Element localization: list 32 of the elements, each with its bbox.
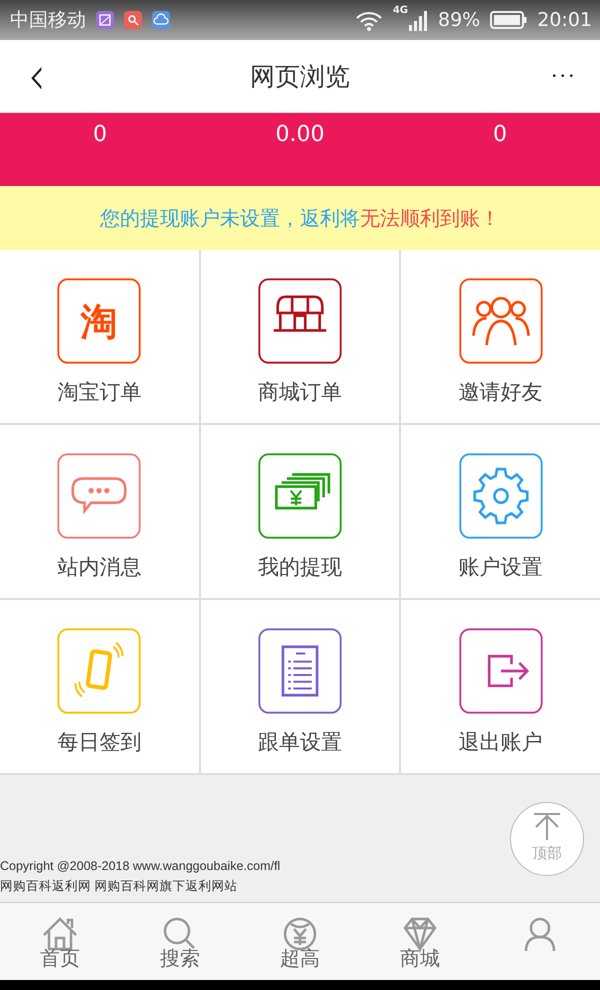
menu-item[interactable]: 我的提现 bbox=[200, 425, 400, 598]
menu-item[interactable]: 站内消息 bbox=[0, 425, 199, 598]
stat-value: 0 bbox=[492, 121, 508, 149]
stat-value: 0 bbox=[92, 121, 108, 149]
network-type: 4G bbox=[392, 5, 408, 16]
notice-text: 您的提现账户未设置，返利将 bbox=[100, 204, 360, 232]
menu-item[interactable]: 邀请好友 bbox=[401, 250, 600, 423]
wifi-icon bbox=[354, 9, 383, 31]
footer-text: 网购百科返利网 网购百科网旗下返利网站 bbox=[0, 878, 238, 895]
menu-item[interactable]: 商城订单 bbox=[200, 250, 400, 423]
nav-tab[interactable]: 超高 bbox=[240, 903, 360, 980]
menu-item[interactable]: 账户设置 bbox=[401, 425, 600, 598]
footer-text: Copyright @2008-2018 www.wanggoubaike.com/fl bbox=[0, 858, 282, 875]
nav-tab[interactable]: 首页 bbox=[0, 903, 120, 980]
menu-item[interactable]: 淘 淘宝订单 bbox=[0, 250, 199, 423]
page-title: 网页浏览 bbox=[250, 60, 350, 92]
battery-level: 89% bbox=[438, 9, 480, 31]
nav-tab[interactable]: 搜索 bbox=[120, 903, 240, 980]
menu-item[interactable]: 每日签到 bbox=[0, 600, 199, 773]
menu-item[interactable]: 跟单设置 bbox=[200, 600, 400, 773]
signal-icon bbox=[408, 9, 428, 31]
clock: 20:01 bbox=[537, 9, 592, 31]
nav-tab[interactable]: 商城 bbox=[360, 903, 480, 980]
battery-icon bbox=[490, 10, 528, 30]
carrier-name: 中国移动 bbox=[10, 8, 86, 33]
taobao-icon: 淘 bbox=[57, 278, 142, 364]
stat-value: 0.00 bbox=[274, 121, 326, 149]
warning-text: 无法顺利到账！ bbox=[360, 204, 500, 232]
more-button[interactable]: ••• bbox=[552, 70, 578, 82]
back-button[interactable]: ‹ bbox=[28, 54, 46, 98]
menu-item[interactable]: 退出账户 bbox=[401, 600, 600, 773]
arrow-up-icon bbox=[532, 812, 562, 842]
